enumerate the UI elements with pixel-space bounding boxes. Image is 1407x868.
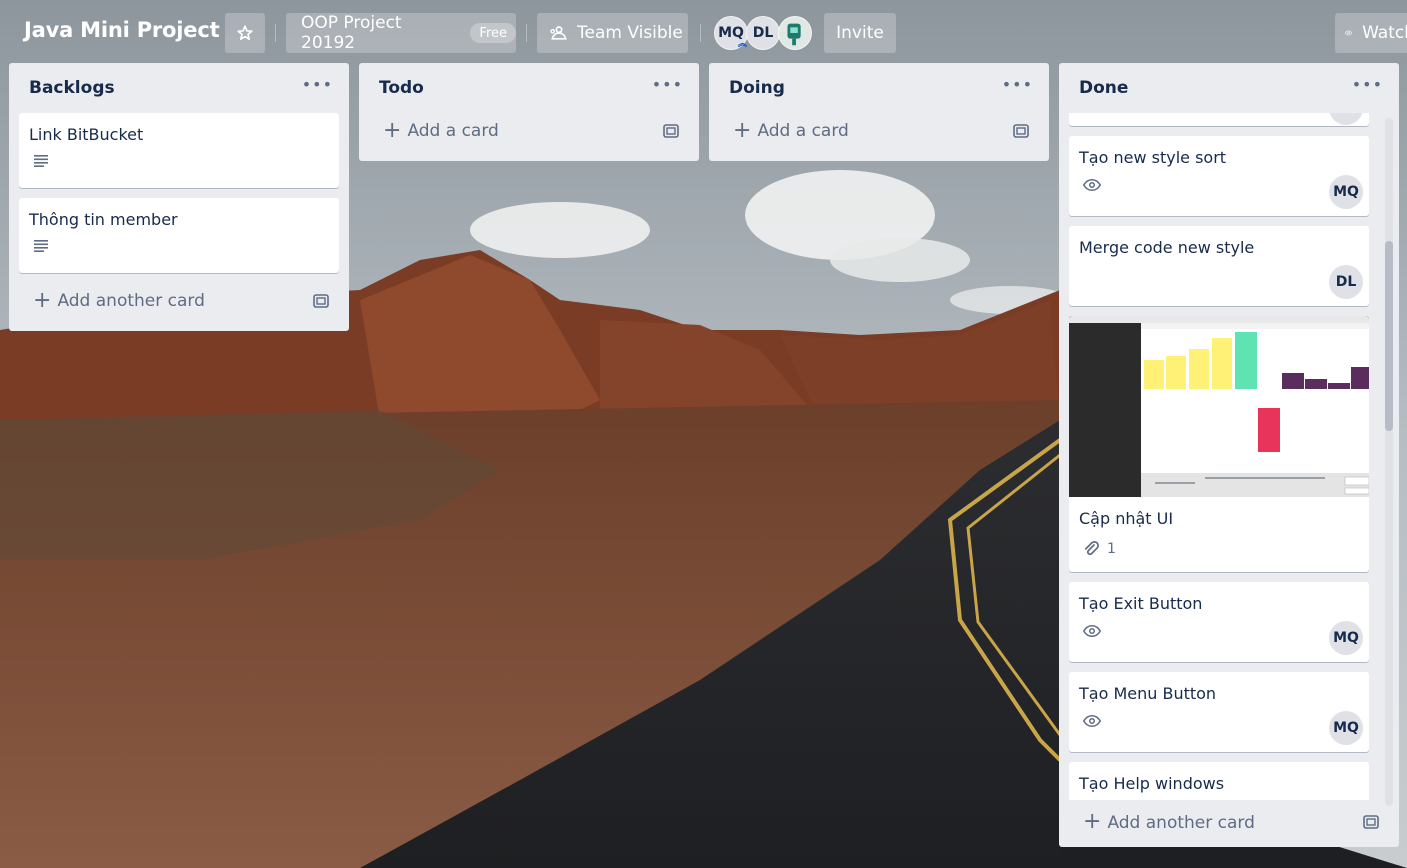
list-title[interactable]: Doing <box>729 78 785 98</box>
add-card-button[interactable]: + Add another card <box>1059 800 1399 845</box>
header-divider <box>526 24 527 42</box>
card-title: Link BitBucket <box>29 125 144 144</box>
card-cover-image <box>1069 316 1369 497</box>
add-card-label: Add another card <box>57 291 205 311</box>
list-menu-button[interactable]: ••• <box>652 75 683 94</box>
plan-badge: Free <box>470 23 516 43</box>
watching-eye-icon <box>1083 178 1101 192</box>
card-title: Thông tin member <box>29 210 178 229</box>
plus-icon: + <box>733 117 752 143</box>
card-member-avatar[interactable]: MQ <box>1329 711 1363 745</box>
admin-chevron-icon: ︽ <box>738 39 748 49</box>
eye-icon <box>1345 30 1353 36</box>
plus-icon: + <box>383 117 402 143</box>
list-title[interactable]: Todo <box>379 78 424 98</box>
watch-button[interactable]: Watch <box>1335 13 1407 53</box>
list-menu-button[interactable]: ••• <box>1352 75 1383 94</box>
visibility-label: Team Visible <box>577 23 683 43</box>
card[interactable]: Tạo Help windows <box>1069 762 1369 800</box>
list-header: Todo ••• <box>359 63 699 113</box>
add-card-label: Add another card <box>1107 812 1255 833</box>
invite-button[interactable]: Invite <box>824 13 896 53</box>
list-done: Done ••• DL Tạo new style sort MQ Merg <box>1059 63 1399 847</box>
custom-avatar-icon <box>779 17 811 49</box>
add-card-button[interactable]: + Add a card <box>709 113 1049 149</box>
star-board-button[interactable] <box>225 13 265 53</box>
card-title: Merge code new style <box>1079 238 1255 257</box>
member-avatar[interactable]: MQ ︽ <box>714 16 748 50</box>
card-badges <box>19 145 339 179</box>
list-todo: Todo ••• + Add a card <box>359 63 699 161</box>
visibility-button[interactable]: Team Visible <box>537 13 688 53</box>
card[interactable]: Thông tin member <box>19 198 339 273</box>
card-title: Tạo new style sort <box>1079 148 1227 167</box>
team-visibility-icon <box>550 26 567 40</box>
plus-icon: + <box>1083 809 1102 834</box>
team-name: OOP Project 20192 <box>301 13 402 53</box>
card-member-avatar[interactable]: DL <box>1329 265 1363 299</box>
attachment-icon <box>1084 541 1099 556</box>
card[interactable]: Tạo Menu Button MQ <box>1069 672 1369 752</box>
list-menu-button[interactable]: ••• <box>1002 75 1033 94</box>
plus-icon: + <box>33 287 52 313</box>
list-cards-scroll[interactable]: DL Tạo new style sort MQ Merge code new … <box>1059 113 1399 800</box>
watch-label: Watch <box>1362 23 1407 43</box>
list-header: Done ••• <box>1059 63 1399 113</box>
list-title[interactable]: Backlogs <box>29 78 115 98</box>
board-title[interactable]: Java Mini Project <box>24 18 220 42</box>
description-icon <box>34 240 48 252</box>
card[interactable]: Tạo Exit Button MQ <box>1069 582 1369 662</box>
card-title: Cập nhật UI <box>1079 509 1174 528</box>
description-icon <box>34 155 48 167</box>
watching-eye-icon <box>1083 624 1101 638</box>
list-header: Backlogs ••• <box>9 63 349 113</box>
list-backlogs: Backlogs ••• Link BitBucket Thông tin me… <box>9 63 349 331</box>
card-badges: 1 <box>1069 529 1369 563</box>
card-template-icon[interactable] <box>313 294 329 308</box>
card[interactable]: Cập nhật UI 1 <box>1069 316 1369 572</box>
watching-eye-icon <box>1083 714 1101 728</box>
board-header: Java Mini Project OOP Project 20192 Free… <box>0 0 1407 64</box>
list-header: Doing ••• <box>709 63 1049 113</box>
add-card-button[interactable]: + Add another card <box>9 283 349 319</box>
card[interactable]: Merge code new style DL <box>1069 226 1369 306</box>
team-button[interactable]: OOP Project 20192 Free <box>286 13 516 53</box>
card[interactable]: Tạo new style sort MQ <box>1069 136 1369 216</box>
card-template-icon[interactable] <box>1363 815 1379 829</box>
add-card-label: Add a card <box>757 121 849 141</box>
list-title[interactable]: Done <box>1079 78 1128 98</box>
list-doing: Doing ••• + Add a card <box>709 63 1049 161</box>
card-badges <box>1069 704 1369 738</box>
card-badges <box>1069 168 1369 202</box>
header-divider <box>700 24 701 42</box>
header-divider <box>275 24 276 42</box>
member-avatar[interactable]: DL <box>746 16 780 50</box>
card-template-icon[interactable] <box>1013 124 1029 138</box>
card-title: Tạo Help windows <box>1079 774 1225 793</box>
star-icon <box>237 25 253 40</box>
card-title: Tạo Exit Button <box>1079 594 1203 613</box>
card-badges <box>19 230 339 264</box>
card-member-avatar[interactable]: MQ <box>1329 175 1363 209</box>
ui-screenshot-thumbnail <box>1069 316 1369 497</box>
card-template-icon[interactable] <box>663 124 679 138</box>
add-card-button[interactable]: + Add a card <box>359 113 699 149</box>
attachment-count: 1 <box>1107 541 1116 557</box>
card-title: Tạo Menu Button <box>1079 684 1217 703</box>
member-initials: DL <box>752 25 774 41</box>
add-card-label: Add a card <box>407 121 499 141</box>
card-member-avatar[interactable]: DL <box>1329 113 1363 125</box>
card-badges <box>1069 614 1369 648</box>
card[interactable]: DL <box>1069 113 1369 126</box>
member-avatar[interactable] <box>778 16 812 50</box>
card[interactable]: Link BitBucket <box>19 113 339 188</box>
card-member-avatar[interactable]: MQ <box>1329 621 1363 655</box>
list-menu-button[interactable]: ••• <box>302 75 333 94</box>
